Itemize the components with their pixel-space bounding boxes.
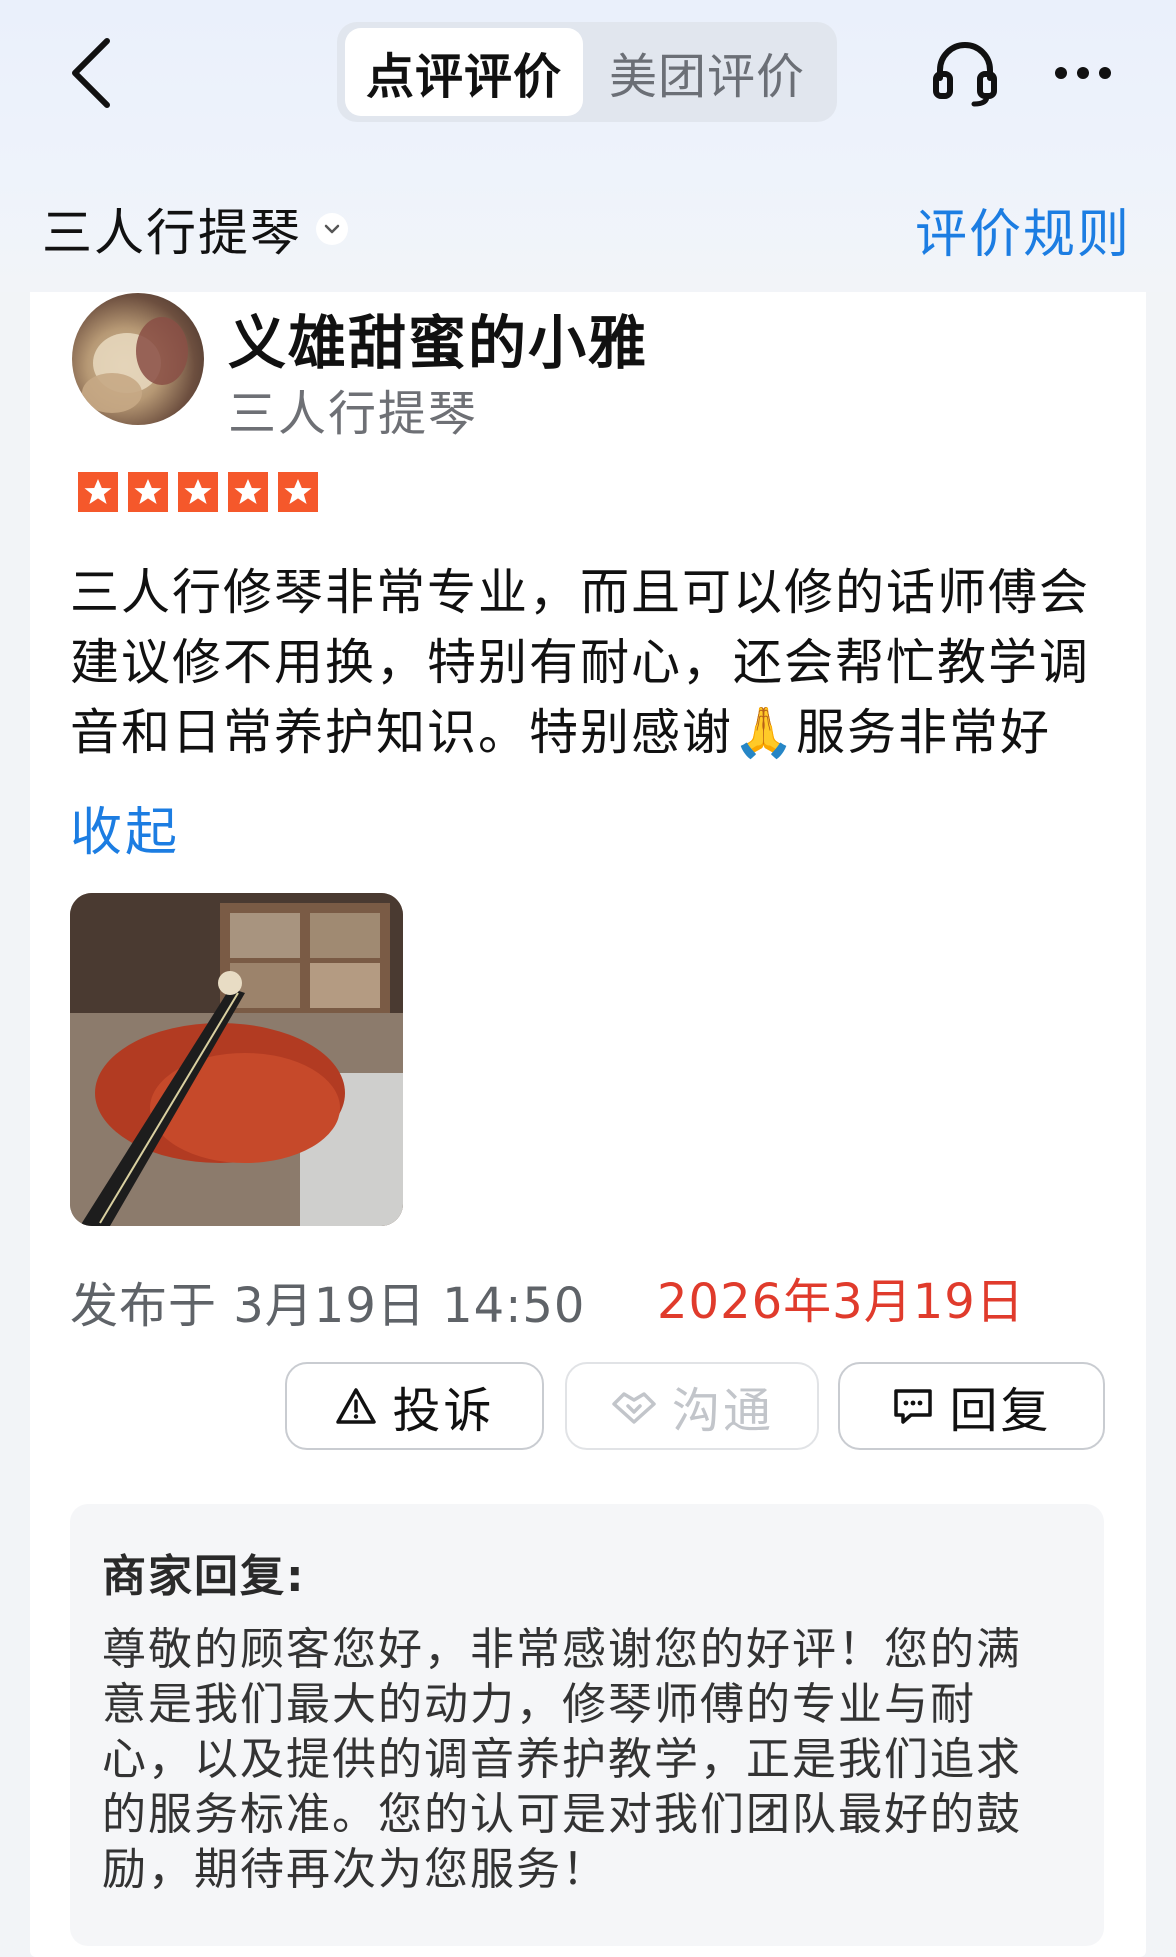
tab-dianping-reviews[interactable]: 点评评价 (345, 28, 583, 116)
shop-name: 三人行提琴 (42, 204, 302, 262)
merchant-reply-title: 商家回复: (102, 1551, 306, 1602)
reviewer-name[interactable]: 义雄甜蜜的小雅 (228, 296, 648, 380)
review-photo[interactable] (70, 893, 403, 1226)
review-text: 三人行修琴非常专业，而且可以修的话师傅会建议修不用换，特别有耐心，还会帮忙教学调… (70, 564, 1091, 761)
handshake-icon (610, 1386, 658, 1426)
chevron-down-icon (316, 213, 348, 245)
chevron-left-icon (72, 38, 110, 108)
shop-selector[interactable]: 三人行提琴 (42, 194, 348, 264)
merchant-reply-box: 商家回复: 尊敬的顾客您好，非常感谢您的好评！您的满意是我们最大的动力，修琴师傅… (70, 1504, 1104, 1946)
avatar[interactable] (72, 293, 204, 425)
reply-label: 回复 (949, 1383, 1052, 1439)
star-icon (78, 472, 118, 512)
star-icon (228, 472, 268, 512)
report-button[interactable]: 投诉 (285, 1362, 544, 1450)
star-icon (178, 472, 218, 512)
review-date-highlight: 2026年3月19日 (657, 1274, 1025, 1330)
back-button[interactable] (50, 28, 130, 118)
review-source-tabs: 点评评价 美团评价 (337, 22, 837, 122)
chat-label: 沟通 (671, 1383, 774, 1439)
chat-button[interactable]: 沟通 (565, 1362, 819, 1450)
message-bubble-icon (891, 1386, 935, 1426)
tab-meituan-reviews[interactable]: 美团评价 (583, 28, 831, 116)
more-button[interactable] (1038, 28, 1128, 118)
star-icon (128, 472, 168, 512)
more-dots-icon (1055, 67, 1111, 79)
publish-time: 发布于 3月19日 14:50 (70, 1278, 586, 1334)
star-icon (278, 472, 318, 512)
reviewer-shop-label: 三人行提琴 (228, 386, 479, 442)
warning-triangle-icon (334, 1386, 378, 1426)
headset-icon (933, 42, 997, 107)
report-label: 投诉 (392, 1383, 495, 1439)
collapse-link[interactable]: 收起 (70, 790, 180, 865)
review-rules-link[interactable]: 评价规则 (915, 194, 1131, 265)
reply-button[interactable]: 回复 (838, 1362, 1105, 1450)
merchant-reply-text: 尊敬的顾客您好，非常感谢您的好评！您的满意是我们最大的动力，修琴师傅的专业与耐心… (102, 1624, 1022, 1895)
support-button[interactable] (920, 28, 1010, 118)
rating-stars (78, 472, 318, 512)
